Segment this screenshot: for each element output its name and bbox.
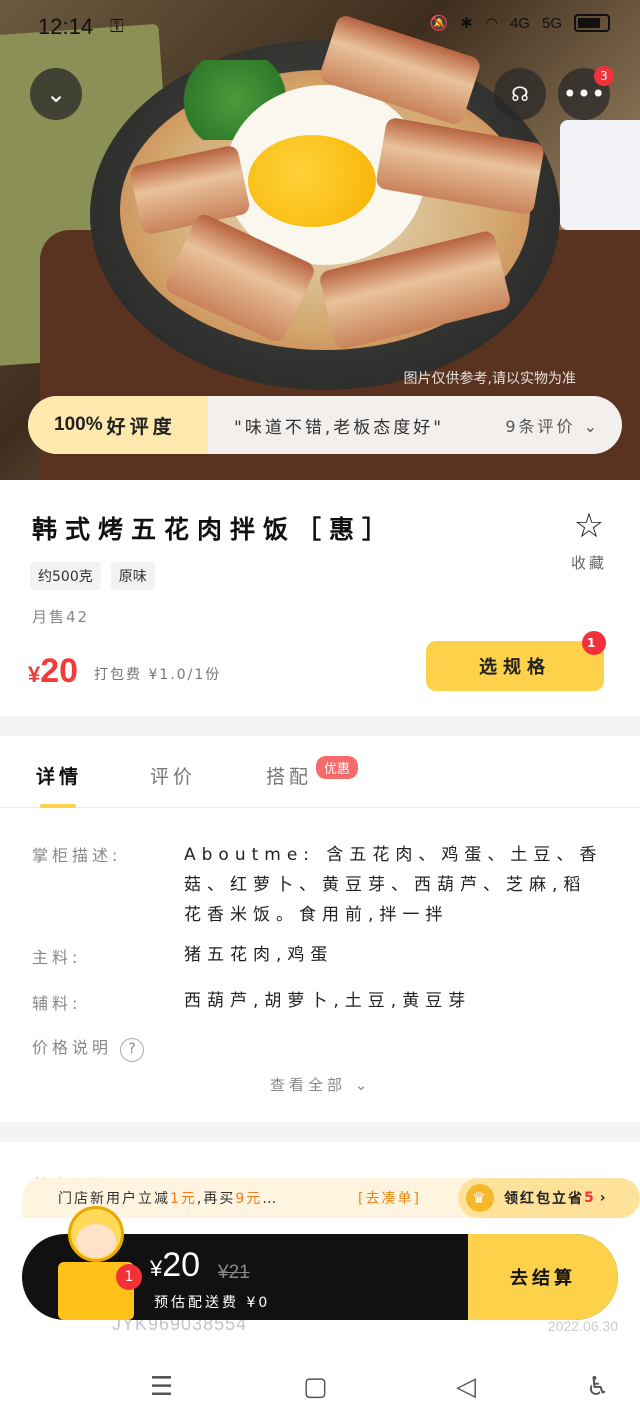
system-nav-bar: ☰ ▢ ◁ ♿ bbox=[0, 1362, 640, 1422]
monthly-sales: 月售42 bbox=[32, 608, 90, 626]
help-icon[interactable]: ? bbox=[120, 1038, 145, 1062]
clock: 12:14 bbox=[38, 14, 94, 39]
red-packet-button[interactable]: ♛ 领红包立省 5 › bbox=[458, 1178, 640, 1218]
signal-5g: 5G bbox=[541, 14, 562, 32]
rating-bar[interactable]: 100% 好评度 "味道不错,老板态度好" 9条评价 ⌄ bbox=[28, 396, 622, 454]
collapse-button[interactable]: ⌄ bbox=[30, 68, 82, 120]
positive-rate: 100% 好评度 bbox=[28, 396, 208, 454]
menu-icon[interactable]: ☰ bbox=[150, 1372, 173, 1402]
product-tags: 约500克 原味 bbox=[30, 562, 155, 590]
key-icon: ⚿ bbox=[110, 16, 124, 37]
more-badge: 3 bbox=[594, 66, 614, 86]
review-count-link[interactable]: 9条评价 ⌄ bbox=[505, 413, 622, 437]
headset-icon: ☊ bbox=[511, 82, 529, 106]
cart-total: ¥20 bbox=[150, 1246, 201, 1284]
tag-weight: 约500克 bbox=[30, 562, 101, 590]
battery-icon bbox=[574, 14, 610, 32]
wifi-icon: ◠ bbox=[484, 15, 498, 32]
price-note-row[interactable]: 价格说明? bbox=[32, 1034, 145, 1062]
favorite-button[interactable]: ☆ 收藏 bbox=[566, 508, 612, 573]
combo-promo-tag: 优惠 bbox=[316, 756, 359, 779]
status-bar: 12:14 ⚿ 🔕 ✱ ◠ 4G 5G bbox=[0, 0, 640, 56]
view-all-button[interactable]: 查看全部 ⌄ bbox=[270, 1074, 371, 1095]
cart-badge: 1 bbox=[116, 1264, 142, 1290]
add-more-link[interactable]: [去凑单] bbox=[358, 1188, 421, 1208]
tab-combo[interactable]: 搭配 bbox=[266, 762, 312, 789]
chevron-right-icon: › bbox=[599, 1190, 608, 1206]
delivery-fee: 预估配送费 ¥0 bbox=[154, 1295, 271, 1311]
mute-icon: 🔕 bbox=[429, 15, 449, 32]
tab-detail[interactable]: 详情 bbox=[36, 762, 82, 789]
select-spec-button[interactable]: 选规格 1 bbox=[426, 631, 606, 691]
spec-badge: 1 bbox=[582, 631, 606, 655]
active-tab-indicator bbox=[40, 804, 76, 808]
tab-bar: 详情 评价 搭配 优惠 bbox=[0, 736, 640, 808]
image-disclaimer: 图片仅供参考,请以实物为准 bbox=[403, 371, 576, 387]
aux-ingredient-value: 西葫芦,胡萝卜,土豆,黄豆芽 bbox=[184, 991, 472, 1011]
home-icon[interactable]: ▢ bbox=[303, 1372, 328, 1402]
top-review-quote: "味道不错,老板态度好" bbox=[234, 417, 445, 438]
product-price: ¥20 bbox=[28, 652, 79, 690]
star-icon: ☆ bbox=[573, 506, 605, 546]
tab-review[interactable]: 评价 bbox=[150, 762, 196, 789]
desc-value: Aboutme: 含五花肉、鸡蛋、土豆、香菇、红萝卜、黄豆芽、西葫芦、芝麻,稻花… bbox=[184, 845, 603, 925]
back-icon[interactable]: ◁ bbox=[456, 1372, 476, 1402]
desc-label: 掌柜描述: bbox=[32, 846, 122, 865]
more-button[interactable]: ••• 3 bbox=[558, 66, 614, 120]
crown-icon: ♛ bbox=[466, 1184, 494, 1212]
tag-flavor: 原味 bbox=[110, 562, 155, 590]
accessibility-icon[interactable]: ♿ bbox=[586, 1372, 609, 1402]
product-title: 韩式烤五花肉拌饭［惠］ bbox=[32, 515, 396, 544]
checkout-button[interactable]: 去结算 bbox=[468, 1234, 618, 1320]
chevron-down-icon: ⌄ bbox=[354, 1076, 372, 1094]
chevron-down-icon: ⌄ bbox=[45, 80, 67, 108]
signal-4g: 4G bbox=[509, 14, 530, 32]
main-ingredient-label: 主料: bbox=[32, 948, 82, 967]
details-panel: 详情 评价 搭配 优惠 掌柜描述: Aboutme: 含五花肉、鸡蛋、土豆、香菇… bbox=[0, 736, 640, 1122]
chevron-double-down-icon: ⌄ bbox=[583, 417, 600, 436]
aux-ingredient-label: 辅料: bbox=[32, 994, 82, 1013]
packing-fee: 打包费 ¥1.0/1份 bbox=[94, 667, 222, 683]
main-ingredient-value: 猪五花肉,鸡蛋 bbox=[184, 945, 334, 965]
review-date: 2022.06.30 bbox=[547, 1318, 618, 1334]
cart-button[interactable]: 1 bbox=[54, 1206, 142, 1322]
bluetooth-icon: ✱ bbox=[460, 15, 473, 32]
original-price: ¥21 bbox=[218, 1262, 250, 1283]
customer-service-button[interactable]: ☊ bbox=[494, 68, 546, 120]
product-card: 韩式烤五花肉拌饭［惠］ ☆ 收藏 约500克 原味 月售42 ¥20 打包费 ¥… bbox=[0, 480, 640, 716]
promo-text: 门店新用户立减1元,再买9元… bbox=[58, 1191, 279, 1207]
